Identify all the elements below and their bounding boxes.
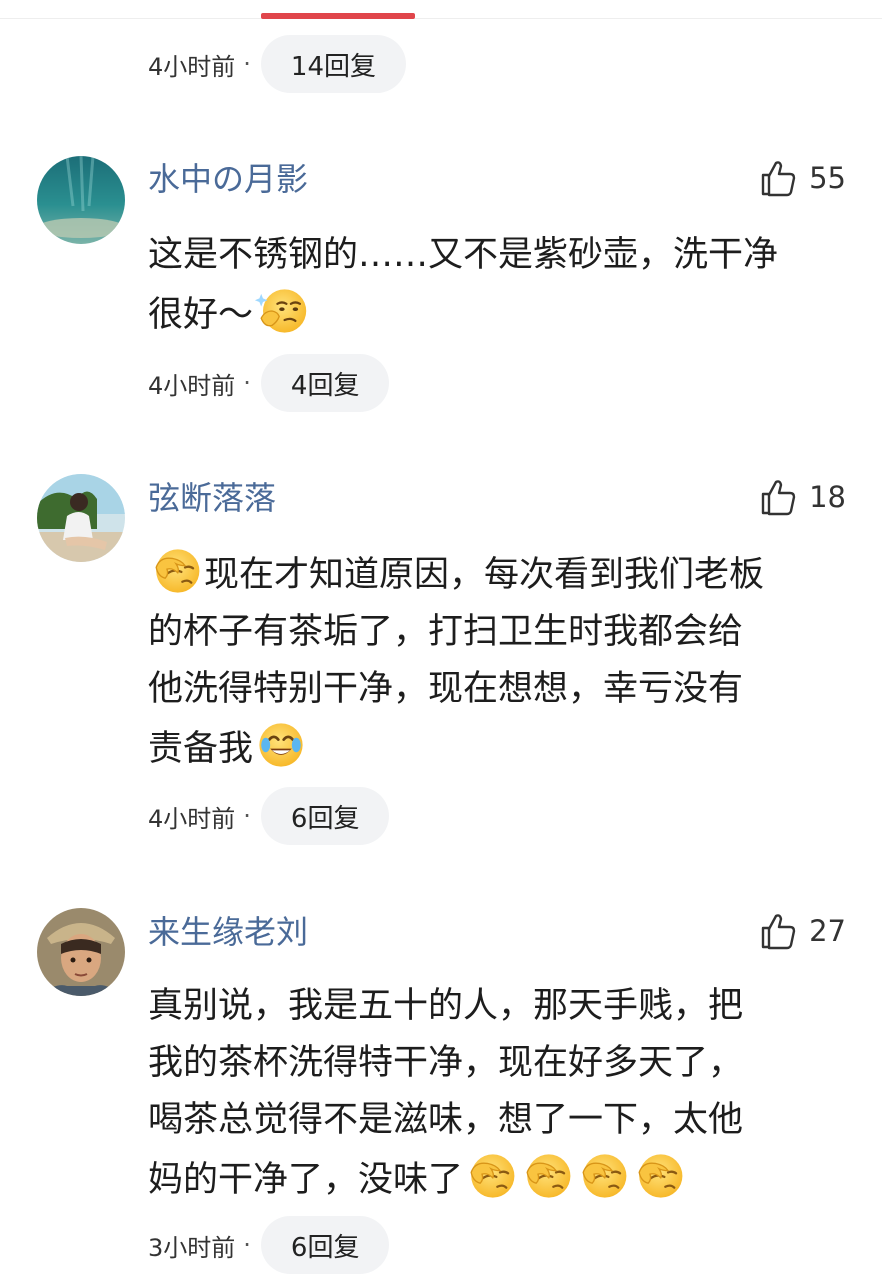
meta-separator: · <box>243 50 251 78</box>
like-count: 18 <box>809 480 846 514</box>
meta-separator: · <box>243 369 251 397</box>
comment-line: 我的茶杯洗得特干净，现在好多天了， <box>148 1043 744 1083</box>
comment-line: 的杯子有茶垢了，打扫卫生时我都会给 <box>148 612 744 652</box>
like-button[interactable]: 27 <box>759 911 846 951</box>
comment-line-text: 很好～ <box>148 295 254 335</box>
like-button[interactable]: 55 <box>759 158 846 198</box>
replies-button[interactable]: 6回复 <box>260 787 390 845</box>
username[interactable]: 水中の月影 <box>148 154 308 200</box>
comment-line: 妈的干净了，没味了 <box>148 1149 848 1209</box>
comment-time: 4小时前 <box>148 371 236 400</box>
comment-line-text: 责备我 <box>148 729 254 769</box>
username[interactable]: 弦断落落 <box>148 473 276 519</box>
thumbs-up-icon <box>759 477 799 517</box>
comment-line: 现在才知道原因，每次看到我们老板 <box>148 544 848 604</box>
avatar[interactable] <box>37 474 125 562</box>
comment-line-text: 现在才知道原因，每次看到我们老板 <box>204 555 765 595</box>
facepalm-emoji <box>632 1149 686 1203</box>
thumbs-up-icon <box>759 911 799 951</box>
facepalm-emoji <box>576 1149 630 1203</box>
comment-meta: 4小时前 · 4回复 <box>148 354 390 412</box>
meta-separator: · <box>243 802 251 830</box>
comment-time: 3小时前 <box>148 1233 236 1262</box>
meta-separator: · <box>243 1231 251 1259</box>
like-count: 55 <box>809 161 846 195</box>
comment-time: 4小时前 <box>148 804 236 833</box>
comment-line: 真别说，我是五十的人，那天手贱，把 <box>148 986 744 1026</box>
comment-line: 这是不锈钢的……又不是紫砂壶，洗干净 <box>148 235 779 275</box>
comment-time: 4小时前 <box>148 52 236 81</box>
comment-line: 喝茶总觉得不是滋味，想了一下，太他 <box>148 1100 744 1140</box>
replies-button[interactable]: 6回复 <box>260 1216 390 1274</box>
sly-thinking-emoji <box>254 284 308 338</box>
comment-line-text: 妈的干净了，没味了 <box>148 1160 464 1200</box>
previous-comment-meta: 4小时前 · 14回复 <box>148 35 407 93</box>
replies-button[interactable]: 14回复 <box>260 35 407 93</box>
avatar[interactable] <box>37 908 125 996</box>
facepalm-emoji <box>464 1149 518 1203</box>
comment-meta: 3小时前 · 6回复 <box>148 1216 390 1274</box>
comment-text: 这是不锈钢的……又不是紫砂壶，洗干净 很好～ <box>148 227 848 344</box>
comment-meta: 4小时前 · 6回复 <box>148 787 390 845</box>
comment-line: 责备我 <box>148 718 848 778</box>
tears-of-joy-emoji <box>254 718 308 772</box>
avatar[interactable] <box>37 156 125 244</box>
facepalm-emoji <box>520 1149 574 1203</box>
username[interactable]: 来生缘老刘 <box>148 907 308 953</box>
thumbs-up-icon <box>759 158 799 198</box>
facepalm-emoji <box>149 544 203 598</box>
comment-line: 很好～ <box>148 284 848 344</box>
comment-text: 真别说，我是五十的人，那天手贱，把 我的茶杯洗得特干净，现在好多天了， 喝茶总觉… <box>148 978 848 1209</box>
top-divider <box>0 18 882 19</box>
comment-text: 现在才知道原因，每次看到我们老板 的杯子有茶垢了，打扫卫生时我都会给 他洗得特别… <box>148 544 848 778</box>
comment-line: 他洗得特别干净，现在想想，幸亏没有 <box>148 669 744 709</box>
tab-indicator <box>261 13 415 19</box>
like-count: 27 <box>809 914 846 948</box>
replies-button[interactable]: 4回复 <box>260 354 390 412</box>
like-button[interactable]: 18 <box>759 477 846 517</box>
